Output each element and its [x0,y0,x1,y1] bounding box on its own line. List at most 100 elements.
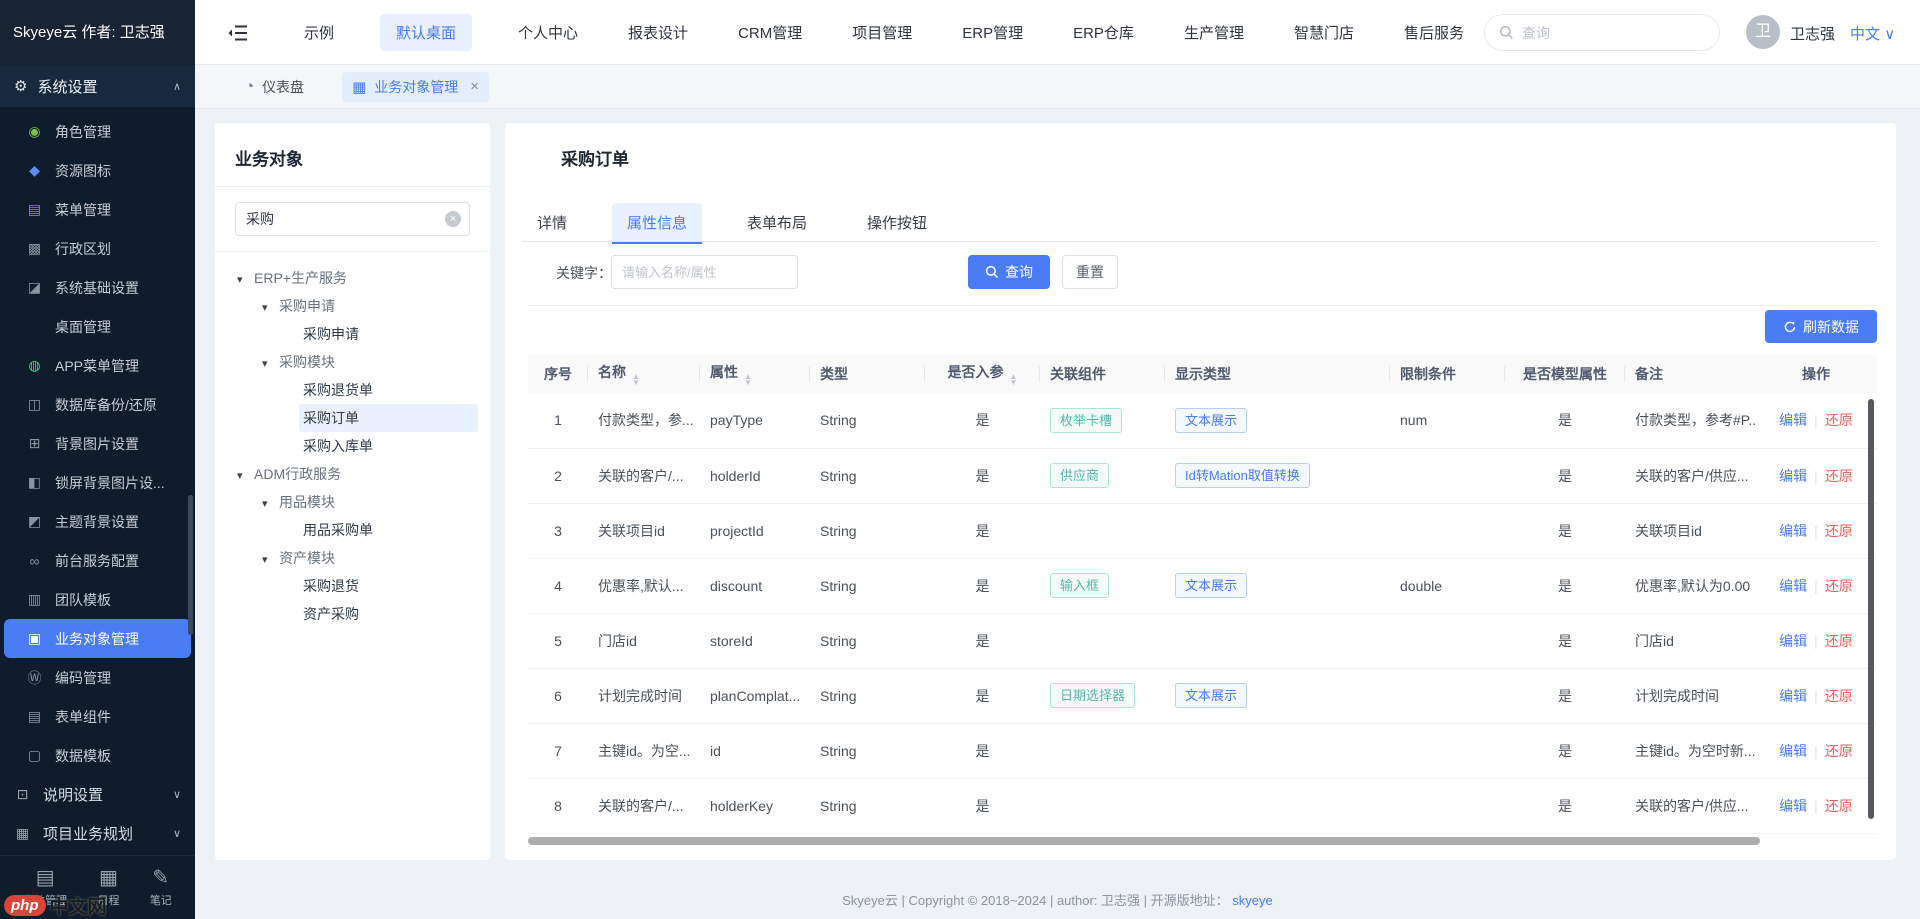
tree-search-input[interactable] [235,202,470,236]
tab-business-object-management[interactable]: ▦ 业务对象管理 × [342,72,489,102]
dock-item-notes[interactable]: ✎ 笔记 [150,867,172,908]
district-icon: ▩ [26,240,43,257]
sidebar-item-background-image-settings[interactable]: ⊞ 背景图片设置 [0,424,195,463]
form-icon: ▤ [26,708,43,725]
edit-link[interactable]: 编辑 [1779,468,1807,484]
close-icon[interactable]: × [470,78,479,95]
keyword-input[interactable] [611,255,798,289]
edit-link[interactable]: 编辑 [1779,578,1807,594]
tab-attribute-info[interactable]: 属性信息 [612,203,702,244]
edit-link[interactable]: 编辑 [1779,688,1807,704]
nav-item-default-desktop[interactable]: 默认桌面 [380,14,472,51]
horizontal-scrollbar[interactable] [528,837,1760,845]
restore-link[interactable]: 还原 [1825,468,1853,484]
sidebar-group-system-settings[interactable]: ⚙ 系统设置 ∧ [0,65,195,107]
php-logo: php [4,895,46,916]
sort-icon[interactable]: ▲▼ [632,374,640,386]
page-root: Skyeye云 作者: 卫志强 示例 默认桌面 个人中心 报表设计 CRM管理 … [0,0,1920,919]
nav-item-examples[interactable]: 示例 [300,14,338,51]
tree-node-erp-production[interactable]: ▾ERP+生产服务 [215,264,490,292]
sidebar-item-desktop-management[interactable]: 桌面管理 [0,307,195,346]
refresh-data-button[interactable]: 刷新数据 [1765,310,1877,343]
sidebar-item-encoding-management[interactable]: Ⓦ 编码管理 [0,658,195,697]
tree-node-purchase-inbound-order[interactable]: 采购入库单 [215,432,490,460]
sidebar-item-resource-icons[interactable]: ◆ 资源图标 [0,151,195,190]
tab-form-layout[interactable]: 表单布局 [732,203,822,244]
nav-item-production[interactable]: 生产管理 [1180,14,1248,51]
opensource-link[interactable]: skyeye [1232,893,1272,908]
sidebar-item-data-template[interactable]: ▢ 数据模板 [0,736,195,775]
detail-tabs: 详情 属性信息 表单布局 操作按钮 [522,203,942,244]
columns-icon: ▥ [26,591,43,608]
refresh-icon [1783,320,1797,334]
sidebar-item-menu-management[interactable]: ▤ 菜单管理 [0,190,195,229]
sidebar-item-form-components[interactable]: ▤ 表单组件 [0,697,195,736]
tab-action-buttons[interactable]: 操作按钮 [852,203,942,244]
nav-item-smart-store[interactable]: 智慧门店 [1290,14,1358,51]
sidebar-item-system-base-settings[interactable]: ◪ 系统基础设置 [0,268,195,307]
menu-icon: ▤ [26,201,43,218]
sidebar-item-admin-district[interactable]: ▩ 行政区划 [0,229,195,268]
tree-node-purchase-module[interactable]: ▾采购模块 [215,348,490,376]
tab-dashboard[interactable]: ◔ 仪表盘 [235,72,314,102]
tree-node-asset-purchase-return[interactable]: 采购退货 [215,572,490,600]
nav-item-after-sales[interactable]: 售后服务 [1400,14,1468,51]
tree-node-supplies-module[interactable]: ▾用品模块 [215,488,490,516]
nav-item-erp[interactable]: ERP管理 [958,14,1027,51]
tree-node-asset-purchase[interactable]: 资产采购 [215,600,490,628]
tree-node-adm-service[interactable]: ▾ADM行政服务 [215,460,490,488]
tree-node-purchase-request-group[interactable]: ▾采购申请 [215,292,490,320]
business-object-tree: ▾ERP+生产服务 ▾采购申请 采购申请 ▾采购模块 采购退货单 采购订单 采购… [215,264,490,628]
sidebar-group-project-business-planning[interactable]: ▦ 项目业务规划 ∨ [0,814,195,853]
sidebar-group-description-settings[interactable]: ⊡ 说明设置 ∨ [0,775,195,814]
global-search-input[interactable] [1522,25,1682,41]
sidebar-item-lockscreen-background[interactable]: ◧ 锁屏背景图片设... [0,463,195,502]
tree-node-purchase-order[interactable]: 采购订单 [299,404,478,432]
sidebar-item-app-menu-management[interactable]: ◍ APP菜单管理 [0,346,195,385]
caret-down-icon: ▾ [237,266,254,294]
restore-link[interactable]: 还原 [1825,412,1853,428]
tree-node-asset-module[interactable]: ▾资产模块 [215,544,490,572]
edit-link[interactable]: 编辑 [1779,412,1807,428]
restore-link[interactable]: 还原 [1825,798,1853,814]
sidebar-item-theme-background[interactable]: ◩ 主题背景设置 [0,502,195,541]
search-button[interactable]: 查询 [968,255,1050,289]
clear-icon[interactable]: × [445,211,461,227]
sort-icon[interactable]: ▲▼ [1010,374,1018,386]
nav-item-erp-warehouse[interactable]: ERP仓库 [1069,14,1138,51]
divider [528,305,1877,306]
sidebar-item-business-object-management[interactable]: ▣ 业务对象管理 [4,619,191,658]
restore-link[interactable]: 还原 [1825,633,1853,649]
table-row: 4 优惠率,默认... discount String 是 输入框 文本展示 d… [528,558,1877,613]
nav-item-report-design[interactable]: 报表设计 [624,14,692,51]
nav-item-personal-center[interactable]: 个人中心 [514,14,582,51]
edit-link[interactable]: 编辑 [1779,798,1807,814]
nav-item-crm[interactable]: CRM管理 [734,14,806,51]
edit-link[interactable]: 编辑 [1779,633,1807,649]
reset-button[interactable]: 重置 [1062,255,1118,289]
language-switcher[interactable]: 中文 ∨ [1850,23,1895,44]
tab-details[interactable]: 详情 [522,203,582,244]
sidebar-item-role-management[interactable]: ◉ 角色管理 [0,112,195,151]
divider [215,186,490,187]
sort-icon[interactable]: ▲▼ [744,374,752,386]
tree-node-purchase-request[interactable]: 采购申请 [215,320,490,348]
edit-link[interactable]: 编辑 [1779,743,1807,759]
restore-link[interactable]: 还原 [1825,578,1853,594]
sidebar-item-frontend-service-config[interactable]: ∞ 前台服务配置 [0,541,195,580]
vertical-scrollbar[interactable] [1868,399,1874,819]
restore-link[interactable]: 还原 [1825,743,1853,759]
sidebar-collapse-icon[interactable] [225,20,251,46]
sidebar-item-db-backup-restore[interactable]: ◫ 数据库备份/还原 [0,385,195,424]
php-watermark: php 中文网 [4,892,107,919]
edit-link[interactable]: 编辑 [1779,523,1807,539]
panel-title: 业务对象 [215,123,490,186]
avatar[interactable]: 卫 [1746,15,1780,49]
sidebar-item-team-template[interactable]: ▥ 团队模板 [0,580,195,619]
tree-node-purchase-return-order[interactable]: 采购退货单 [215,376,490,404]
nav-item-project[interactable]: 项目管理 [848,14,916,51]
restore-link[interactable]: 还原 [1825,523,1853,539]
sidebar-scrollbar[interactable] [188,495,193,635]
restore-link[interactable]: 还原 [1825,688,1853,704]
tree-node-supplies-purchase-order[interactable]: 用品采购单 [215,516,490,544]
